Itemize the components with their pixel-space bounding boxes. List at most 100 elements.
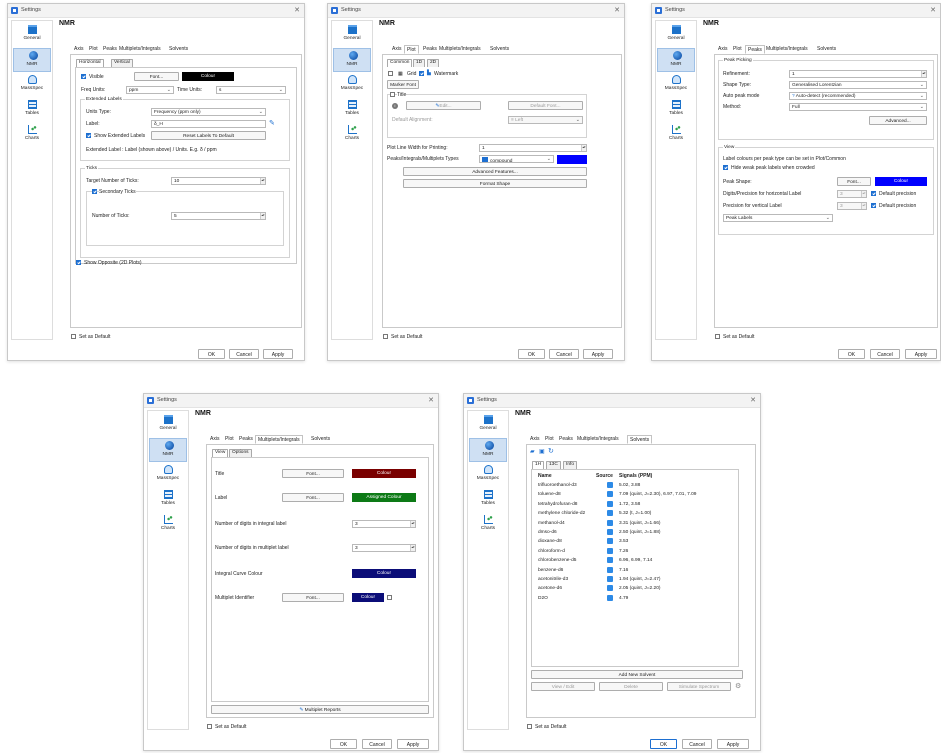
sidebar-item-general[interactable]: General xyxy=(657,23,695,47)
sidebar-item-general[interactable]: General xyxy=(469,413,507,437)
spinner-icon[interactable]: ▴▾ xyxy=(260,178,265,184)
subtab-2d[interactable]: 2D xyxy=(427,59,440,67)
visible-checkbox[interactable] xyxy=(81,74,86,79)
default-font-button[interactable]: Default Font... xyxy=(508,101,583,110)
tab-plot[interactable]: Plot xyxy=(87,45,100,54)
tab-plot[interactable]: Plot xyxy=(404,45,419,54)
delete-button[interactable]: Delete xyxy=(599,682,663,691)
advanced-button[interactable]: Advanced... xyxy=(869,116,927,125)
spinner-icon[interactable]: ▴▾ xyxy=(260,213,265,219)
sidebar-item-tables[interactable]: Tables xyxy=(149,488,187,512)
tab-multiplets[interactable]: Multiplets/Integrals xyxy=(764,45,810,54)
set-default-checkbox[interactable] xyxy=(527,724,532,729)
apply-button[interactable]: Apply xyxy=(263,349,293,359)
table-row[interactable]: toluene-d8 7.09 (quint, J=2.30), 6.97, 7.… xyxy=(535,491,735,499)
close-icon[interactable]: ✕ xyxy=(614,6,620,14)
title-checkbox[interactable] xyxy=(390,92,395,97)
secondary-ticks-checkbox[interactable] xyxy=(92,189,97,194)
hide-weak-checkbox[interactable] xyxy=(723,165,728,170)
peaks-type-select[interactable]: compound ⌄ xyxy=(479,155,554,163)
close-icon[interactable]: ✕ xyxy=(750,396,756,404)
cancel-button[interactable]: Cancel xyxy=(549,349,579,359)
tab-solvents[interactable]: Solvents xyxy=(167,45,190,54)
subtab-13c[interactable]: 13C xyxy=(546,461,561,469)
sidebar-item-massspec[interactable]: MassSpec xyxy=(469,463,507,487)
table-row[interactable]: dmso-d6 2.50 (quint, J=1.88) xyxy=(535,529,735,537)
default-precision-v-checkbox[interactable] xyxy=(871,203,876,208)
table-row[interactable]: chlorobenzene-d5 6.96, 6.99, 7.14 xyxy=(535,557,735,565)
apply-button[interactable]: Apply xyxy=(583,349,613,359)
precision-vertical-input[interactable]: 3 ▴▾ xyxy=(837,202,867,210)
line-width-input[interactable]: 1 ▴▾ xyxy=(479,144,587,152)
tab-solvents[interactable]: Solvents xyxy=(815,45,838,54)
tab-axis[interactable]: Axis xyxy=(716,45,729,54)
tab-solvents[interactable]: Solvents xyxy=(488,45,511,54)
auto-peak-select[interactable]: ? Auto-detect (recommended) ⌄ xyxy=(789,92,927,100)
gear-icon[interactable]: ⚙ xyxy=(735,682,741,690)
num-ticks-input[interactable]: 5 ▴▾ xyxy=(171,212,266,220)
spinner-icon[interactable]: ▴▾ xyxy=(861,203,866,209)
subtab-common[interactable]: Common xyxy=(387,59,413,67)
tab-peaks[interactable]: Peaks xyxy=(745,45,765,54)
sidebar-item-nmr[interactable]: NMR xyxy=(333,48,371,72)
tab-axis[interactable]: Axis xyxy=(72,45,85,54)
tab-multiplets[interactable]: Multiplets/Integrals xyxy=(437,45,483,54)
close-icon[interactable]: ✕ xyxy=(428,396,434,404)
tab-peaks[interactable]: Peaks xyxy=(237,435,255,444)
tab-solvents[interactable]: Solvents xyxy=(309,435,332,444)
sidebar-item-nmr[interactable]: NMR xyxy=(13,48,51,72)
table-row[interactable]: dioxane-d8 3.53 xyxy=(535,538,735,546)
edit-title-button[interactable]: ✎Edit... xyxy=(406,101,481,110)
identifier-colour-swatch[interactable]: Colour xyxy=(352,593,384,602)
sidebar-item-general[interactable]: General xyxy=(13,23,51,47)
ok-button[interactable]: OK xyxy=(198,349,225,359)
cancel-button[interactable]: Cancel xyxy=(229,349,259,359)
ok-button[interactable]: OK xyxy=(650,739,677,749)
sidebar-item-massspec[interactable]: MassSpec xyxy=(333,73,371,97)
show-extended-checkbox[interactable] xyxy=(86,133,91,138)
table-row[interactable]: methylene chloride-d2 5.32 (t, J=1.00) xyxy=(535,510,735,518)
sidebar-item-nmr[interactable]: NMR xyxy=(469,438,507,462)
format-shape-button[interactable]: Format Shape xyxy=(403,179,587,188)
table-row[interactable]: methanol-d4 3.31 (quint, J=1.66) xyxy=(535,519,735,528)
shape-type-select[interactable]: Generalised Lorentzian ⌄ xyxy=(789,81,927,89)
table-row[interactable]: acetonitrile-d3 1.94 (quint, J=2.47) xyxy=(535,576,735,584)
cancel-button[interactable]: Cancel xyxy=(682,739,712,749)
show-opposite-checkbox[interactable] xyxy=(76,260,81,265)
reset-labels-button[interactable]: Reset Labels To Default xyxy=(151,131,266,140)
set-default-checkbox[interactable] xyxy=(715,334,720,339)
folder-icon[interactable]: ▰ xyxy=(530,448,535,455)
identifier-font-button[interactable]: Font... xyxy=(282,593,344,602)
integral-digits-input[interactable]: 3 ▴▾ xyxy=(352,520,416,528)
tab-plot[interactable]: Plot xyxy=(543,435,556,444)
close-icon[interactable]: ✕ xyxy=(930,6,936,14)
sidebar-item-charts[interactable]: Charts xyxy=(657,123,695,147)
sidebar-item-massspec[interactable]: MassSpec xyxy=(149,463,187,487)
subtab-view[interactable]: View xyxy=(212,449,229,457)
spinner-icon[interactable]: ▴▾ xyxy=(410,545,415,551)
peak-labels-select[interactable]: Peak Labels ⌄ xyxy=(723,214,833,222)
table-row[interactable]: tetrahydrofuran-d8 1.72, 3.58 xyxy=(535,500,735,509)
marker-font-button[interactable]: Marker Font xyxy=(387,80,419,89)
edit-icon[interactable]: ✎ xyxy=(269,119,275,127)
table-row[interactable]: trifluoroethanol-d3 5.02, 3.88 xyxy=(535,482,735,490)
sidebar-item-massspec[interactable]: MassSpec xyxy=(657,73,695,97)
watermark-checkbox[interactable] xyxy=(419,71,424,76)
cancel-button[interactable]: Cancel xyxy=(870,349,900,359)
peak-shape-colour-swatch[interactable]: Colour xyxy=(875,177,927,186)
tab-multiplets[interactable]: Multiplets/Integrals xyxy=(117,45,163,54)
apply-button[interactable]: Apply xyxy=(905,349,937,359)
subtab-horizontal[interactable]: Horizontal xyxy=(76,59,104,67)
title-font-button[interactable]: Font... xyxy=(282,469,344,478)
default-precision-h-checkbox[interactable] xyxy=(871,191,876,196)
title-colour-swatch[interactable]: Colour xyxy=(352,469,416,478)
ok-button[interactable]: OK xyxy=(518,349,545,359)
tab-plot[interactable]: Plot xyxy=(223,435,236,444)
subtab-info[interactable]: Info xyxy=(563,461,578,469)
sidebar-item-tables[interactable]: Tables xyxy=(13,98,51,122)
table-row[interactable]: benzene-d6 7.16 xyxy=(535,566,735,575)
apply-button[interactable]: Apply xyxy=(397,739,429,749)
subtab-options[interactable]: Options xyxy=(229,449,252,457)
spinner-icon[interactable]: ▴▾ xyxy=(861,191,866,197)
tab-multiplets[interactable]: Multiplets/Integrals xyxy=(255,435,303,444)
